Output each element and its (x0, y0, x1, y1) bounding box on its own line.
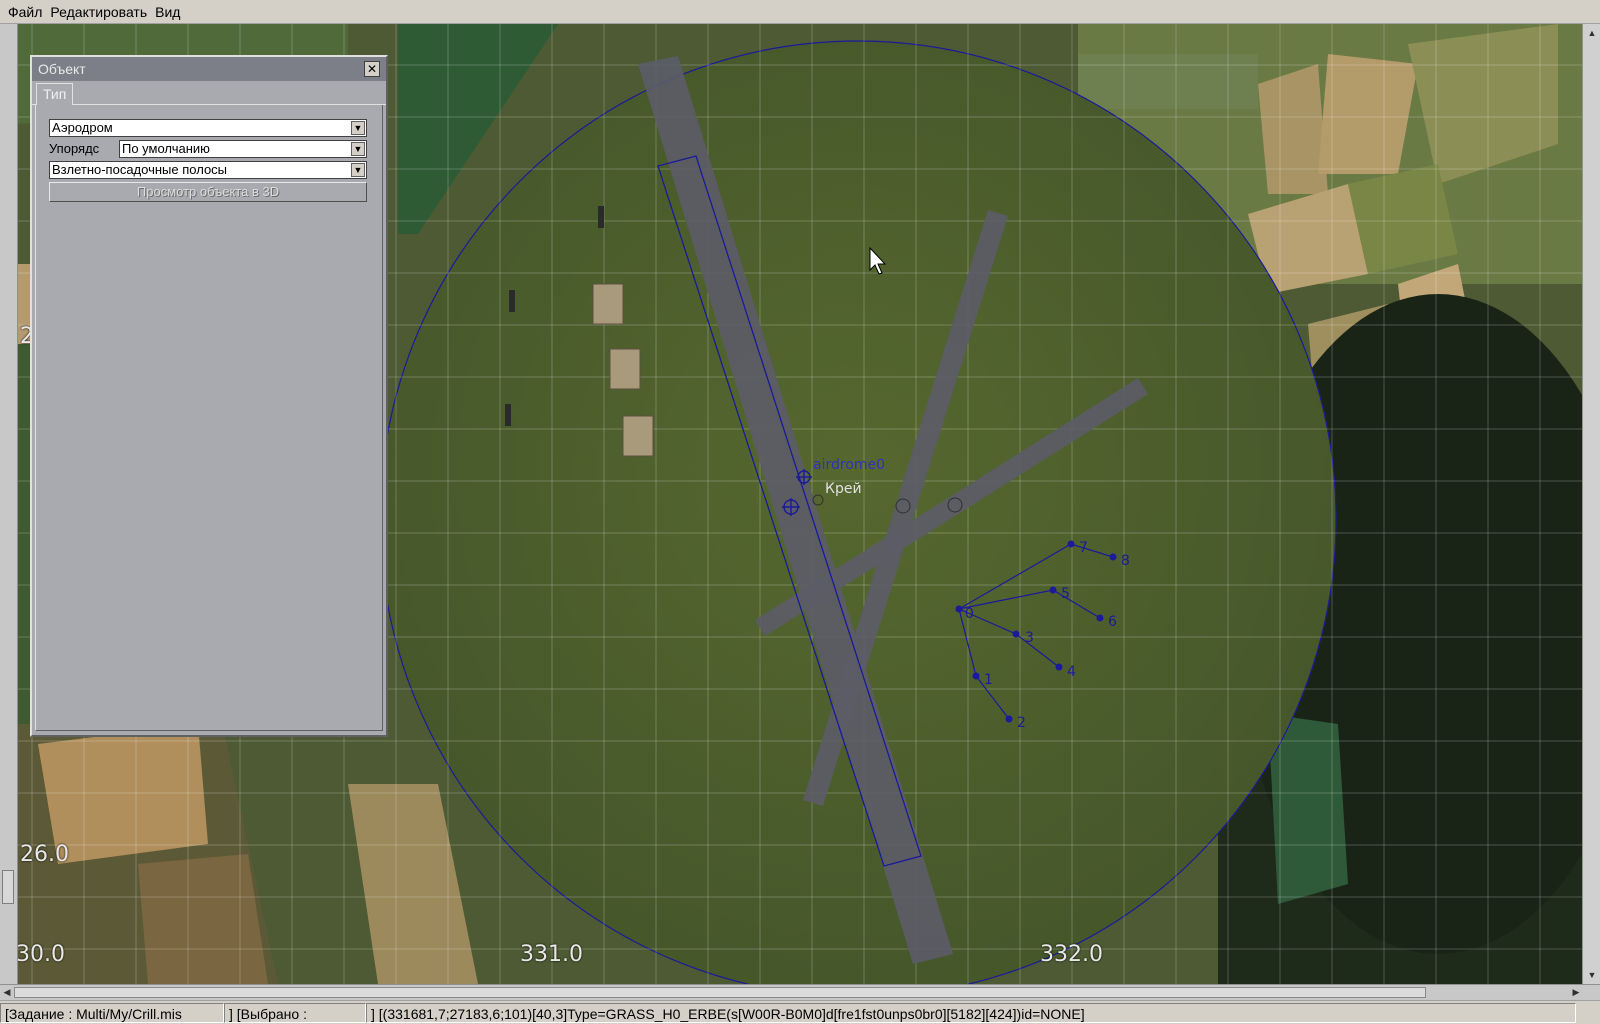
menu-view[interactable]: Вид (151, 1, 184, 23)
object-panel-title: Объект (38, 61, 86, 77)
map-coord-x-332: 332.0 (1040, 942, 1103, 967)
waypoint-label[interactable]: 5 (1061, 586, 1070, 602)
object-panel-tabs: Тип (32, 81, 386, 105)
status-bar: [Задание : Multi/My/Crill.mis ] [Выбрано… (0, 1000, 1600, 1024)
view-3d-button[interactable]: Просмотр объекта в 3D (49, 182, 367, 202)
scroll-left-arrow-icon[interactable]: ◀ (1, 986, 13, 999)
waypoint-label[interactable]: 0 (965, 606, 974, 622)
type-select[interactable]: Аэродром ▼ (49, 119, 367, 137)
object-panel-body: Аэродром ▼ Упорядс По умолчанию ▼ Взлетн… (35, 105, 383, 731)
waypoint-label[interactable]: 4 (1067, 664, 1076, 680)
waypoint-label[interactable]: 6 (1108, 614, 1117, 630)
subtype-select[interactable]: Взлетно-посадочные полосы ▼ (49, 161, 367, 179)
status-info: ] [(331681,7;27183,6;101)[40,3]Type=GRAS… (366, 1002, 1576, 1023)
waypoint-label[interactable]: 3 (1025, 630, 1034, 646)
waypoint-label[interactable]: 1 (984, 672, 993, 688)
status-selected: ] [Выбрано : (224, 1002, 366, 1023)
map-coord-x-331: 331.0 (520, 942, 583, 967)
order-select[interactable]: По умолчанию ▼ (119, 140, 367, 158)
close-icon[interactable]: ✕ (364, 61, 380, 77)
type-select-value: Аэродром (52, 120, 113, 135)
subtype-select-value: Взлетно-посадочные полосы (52, 162, 228, 177)
order-select-value: По умолчанию (122, 141, 210, 156)
waypoint-label[interactable]: 8 (1121, 553, 1130, 569)
scroll-up-arrow-icon[interactable]: ▲ (1585, 26, 1599, 40)
menu-file[interactable]: Файл (4, 1, 46, 23)
menu-edit[interactable]: Редактировать (46, 1, 151, 23)
waypoint-label[interactable]: 2 (1017, 715, 1026, 731)
map-coord-y-26: 26.0 (20, 842, 69, 867)
map-coord-x-330: 30.0 (18, 942, 65, 967)
waypoint-label[interactable]: 7 (1079, 540, 1088, 556)
airdrome-label[interactable]: airdrome0 (813, 457, 885, 473)
menu-bar: Файл Редактировать Вид (0, 0, 1600, 24)
chevron-down-icon[interactable]: ▼ (351, 121, 365, 135)
right-scrollbar[interactable]: ▲ ▼ (1582, 24, 1600, 984)
chevron-down-icon[interactable]: ▼ (351, 163, 365, 177)
left-scrollbar-thumb[interactable] (2, 870, 14, 904)
object-panel: Объект ✕ Тип Аэродром ▼ Упорядс По умолч… (30, 55, 388, 737)
status-mission: [Задание : Multi/My/Crill.mis (0, 1002, 224, 1023)
order-label: Упорядс (49, 141, 100, 156)
scroll-down-arrow-icon[interactable]: ▼ (1585, 968, 1599, 982)
kray-label[interactable]: Крей (825, 481, 862, 497)
left-scrollbar[interactable] (0, 24, 18, 984)
scroll-right-arrow-icon[interactable]: ▶ (1570, 986, 1582, 999)
object-panel-titlebar[interactable]: Объект ✕ (32, 57, 386, 81)
horizontal-scrollbar[interactable]: ◀ ▶ (0, 984, 1600, 1000)
horizontal-scrollbar-thumb[interactable] (14, 987, 1426, 998)
chevron-down-icon[interactable]: ▼ (351, 142, 365, 156)
tab-type[interactable]: Тип (36, 83, 74, 105)
